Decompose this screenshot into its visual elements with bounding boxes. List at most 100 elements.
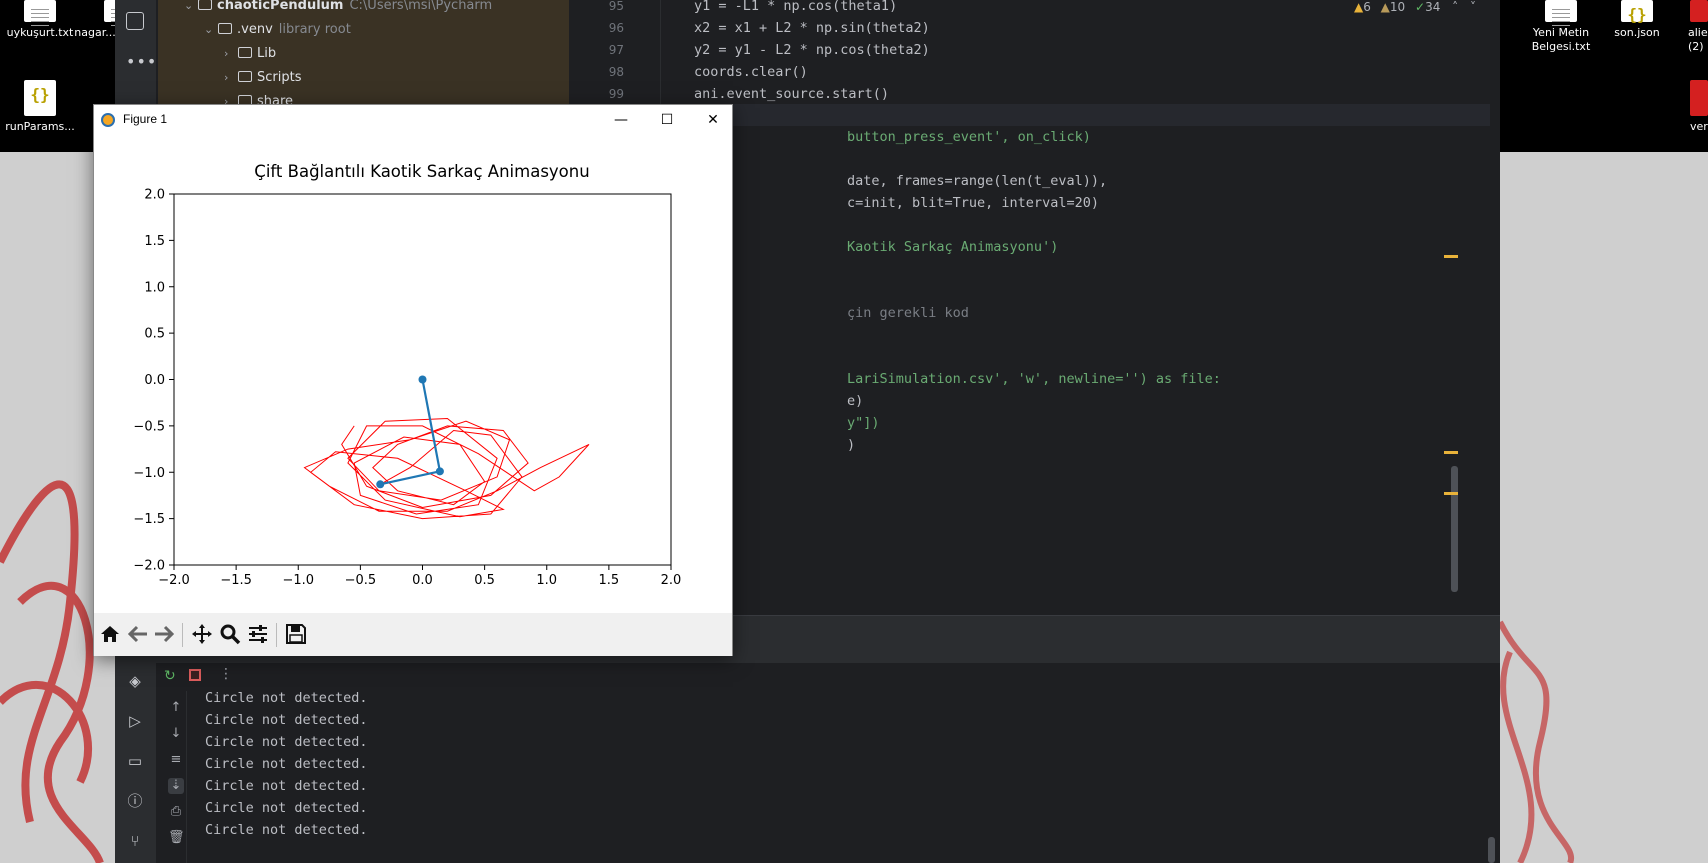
print-icon[interactable]: ⎙ — [168, 804, 184, 820]
run-console[interactable]: Circle not detected. Circle not detected… — [157, 690, 1500, 863]
console-line: Circle not detected. — [205, 734, 368, 750]
error-stripe-marker — [1444, 451, 1458, 454]
check-icon: ✓ — [1415, 0, 1426, 14]
code-line: ) — [847, 437, 856, 453]
desktop-icon-label: aliex (2) — [1688, 26, 1708, 53]
more-icon[interactable]: ••• — [126, 52, 157, 71]
tree-item-scripts[interactable]: › Scripts — [224, 67, 301, 89]
git-icon[interactable]: ⑂ — [126, 832, 144, 850]
desktop-icon-label: Yeni Metin Belgesi.txt — [1531, 26, 1591, 53]
ok-count: 34 — [1425, 0, 1441, 14]
scroll-to-end-icon[interactable]: ⇣ — [168, 778, 184, 794]
y-tick-label: −0.5 — [133, 419, 165, 434]
maximize-button[interactable]: ☐ — [644, 105, 690, 135]
code-line: date, frames=range(len(t_eval)), — [847, 173, 1108, 189]
warning-count: 6 — [1363, 0, 1371, 14]
y-tick-label: −1.0 — [133, 466, 165, 481]
back-icon[interactable] — [126, 623, 150, 647]
toolbar-separator — [182, 623, 183, 647]
desktop-icon[interactable]: nagar... — [70, 0, 120, 40]
home-icon[interactable] — [98, 623, 122, 647]
pendulum-bob — [418, 375, 427, 384]
chevron-up-icon[interactable]: ˄ — [1452, 0, 1458, 14]
x-tick-label: 1.0 — [536, 573, 557, 588]
x-tick-label: −2.0 — [158, 573, 190, 588]
close-button[interactable]: ✕ — [690, 105, 736, 135]
structure-icon[interactable] — [126, 12, 144, 30]
inspection-widget[interactable]: ▲6 ▲10 ✓34 ˄ ˅ — [1354, 0, 1476, 14]
more-vertical-icon[interactable]: ⋮ — [219, 666, 233, 682]
warning-icon: ▲ — [1353, 0, 1364, 14]
console-line: Circle not detected. — [205, 756, 368, 772]
tree-item-project[interactable]: ⌄ chaoticPendulum C:\Users\msi\Pycharm — [184, 0, 492, 17]
text-file-icon — [24, 0, 56, 27]
tree-item-venv[interactable]: ⌄ .venv library root — [204, 19, 351, 41]
code-line: coords.clear() — [694, 64, 808, 80]
x-tick-label: −0.5 — [345, 573, 377, 588]
x-tick-label: 1.5 — [599, 573, 620, 588]
chart-title: Çift Bağlantılı Kaotik Sarkaç Animasyonu — [254, 162, 589, 181]
code-line: x2 = x1 + L2 * np.sin(theta2) — [694, 20, 930, 36]
scroll-up-icon[interactable]: ↑ — [168, 700, 184, 716]
desktop-icon[interactable]: ver — [1676, 80, 1708, 134]
chevron-down-icon[interactable]: ˅ — [1470, 0, 1476, 14]
line-number: 95 — [608, 0, 624, 13]
save-icon[interactable] — [284, 623, 308, 647]
console-line: Circle not detected. — [205, 690, 368, 706]
chevron-right-icon: › — [224, 71, 229, 84]
figure-window-title: Figure 1 — [123, 112, 168, 126]
weak-warning-count: 10 — [1389, 0, 1406, 14]
minimize-button[interactable]: — — [598, 105, 644, 135]
x-tick-label: −1.0 — [282, 573, 314, 588]
desktop-icon-label: runParams... — [5, 120, 75, 133]
tree-item-lib[interactable]: › Lib — [224, 43, 276, 65]
line-number: 96 — [608, 21, 624, 35]
console-line: Circle not detected. — [205, 712, 368, 728]
zoom-icon[interactable] — [218, 623, 242, 647]
desktop-icon-label: son.json — [1614, 26, 1660, 39]
y-tick-label: 0.5 — [144, 327, 165, 342]
configure-icon[interactable] — [246, 623, 270, 647]
rerun-icon[interactable]: ↻ — [164, 668, 176, 684]
folder-icon — [198, 0, 212, 10]
chart[interactable]: Çift Bağlantılı Kaotik Sarkaç Animasyonu… — [94, 135, 732, 613]
code-line: y2 = y1 - L2 * np.cos(theta2) — [694, 42, 930, 58]
console-scrollbar[interactable] — [1488, 837, 1495, 863]
json-file-icon — [24, 80, 56, 116]
editor-scrollbar[interactable] — [1451, 466, 1458, 592]
y-tick-label: 0.0 — [144, 373, 165, 388]
code-line: c=init, blit=True, interval=20) — [847, 195, 1099, 211]
matplotlib-logo-icon — [101, 113, 115, 127]
x-tick-label: 0.5 — [474, 573, 495, 588]
figure-title-bar[interactable]: Figure 1 — ☐ ✕ — [94, 105, 732, 135]
run-icon[interactable]: ▷ — [126, 712, 144, 730]
toolbar-separator — [276, 623, 277, 647]
stop-icon[interactable] — [189, 669, 201, 681]
line-number: 99 — [608, 87, 624, 101]
desktop-icon-label: nagar... — [74, 26, 116, 39]
line-number: 97 — [608, 43, 624, 57]
desktop-icon[interactable]: runParams... — [0, 80, 82, 134]
weak-warning-icon: ▲ — [1380, 0, 1390, 14]
chevron-right-icon: › — [224, 47, 229, 60]
scroll-down-icon[interactable]: ↓ — [168, 726, 184, 742]
pan-icon[interactable] — [190, 623, 214, 647]
y-tick-label: −1.5 — [133, 512, 165, 527]
folder-icon — [238, 71, 252, 82]
file-icon — [1690, 80, 1708, 116]
layers-icon[interactable]: ◈ — [126, 672, 144, 690]
desktop-icon[interactable]: aliex (2) — [1676, 0, 1708, 54]
chevron-down-icon: ⌄ — [184, 0, 194, 12]
code-line: y1 = -L1 * np.cos(theta1) — [694, 0, 898, 14]
console-line: Circle not detected. — [205, 822, 368, 838]
code-line: e) — [847, 393, 864, 409]
terminal-icon[interactable]: ▭ — [126, 752, 144, 770]
desktop-icon[interactable]: Yeni Metin Belgesi.txt — [1519, 0, 1603, 54]
problems-icon[interactable]: ⓘ — [126, 792, 144, 810]
x-tick-label: 0.0 — [412, 573, 433, 588]
figure-window: Figure 1 — ☐ ✕ Çift Bağlantılı Kaotik Sa… — [93, 104, 733, 656]
desktop-icon[interactable]: son.json — [1595, 0, 1679, 40]
trash-icon[interactable]: 🗑 — [168, 830, 185, 846]
forward-icon[interactable] — [152, 623, 176, 647]
soft-wrap-icon[interactable]: ≡ — [168, 752, 184, 768]
